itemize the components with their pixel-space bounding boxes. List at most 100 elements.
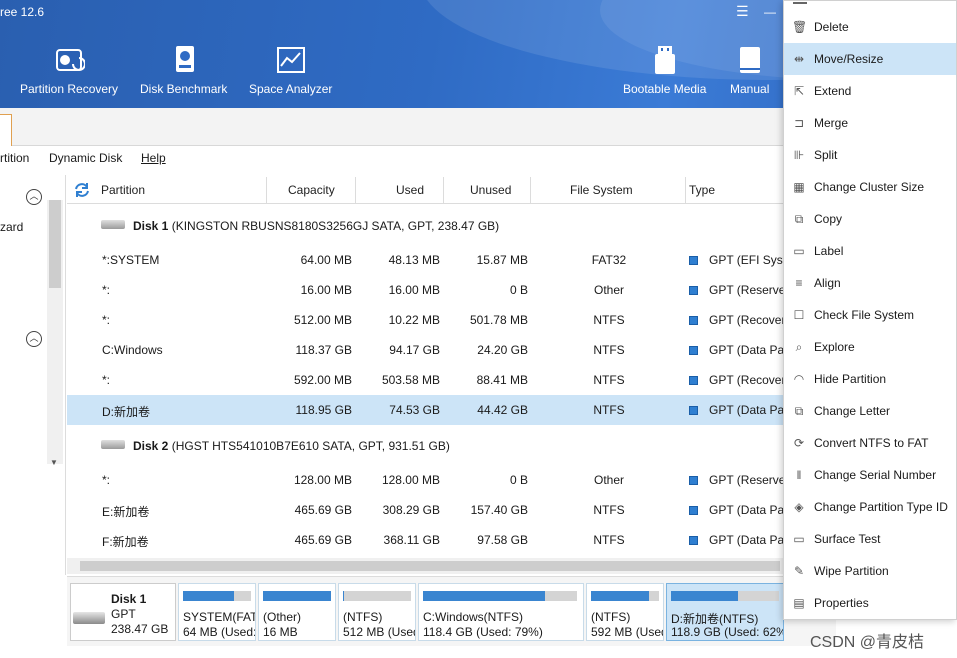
context-menu-item-delete[interactable]: 🗑 Delete [784,11,956,43]
disk-map-partition[interactable]: SYSTEM(FAT32) 64 MB (Used: 75%) [178,583,256,641]
app-title: ree 12.6 [0,5,45,19]
context-menu-item-extend[interactable]: ⇱ Extend [784,75,956,107]
cell-file-system: NTFS [593,343,625,357]
context-menu-item-hide-partition[interactable]: ◠ Hide Partition [784,363,956,395]
cell-file-system: FAT32 [591,253,627,267]
disk-map-partition[interactable]: (NTFS) 512 MB (Used: 2%) [338,583,416,641]
cell-capacity: 465.69 GB [294,503,352,517]
disk-map-partition-selected[interactable]: D:新加卷(NTFS) 118.9 GB (Used: 62%) [666,583,784,641]
manual-icon [739,47,760,73]
partition-row[interactable]: *: 128.00 MB 128.00 MB 0 B Other GPT (Re… [67,465,783,495]
menu-partition[interactable]: rtition [0,151,29,165]
column-used[interactable]: Used [396,183,424,197]
cell-partition: F:新加卷 [102,535,149,549]
context-menu-item-label: Change Letter [814,404,891,418]
partition-row[interactable]: C:Windows 118.37 GB 94.17 GB 24.20 GB NT… [67,335,783,365]
cell-type: GPT (Recovery Partition) [709,373,783,387]
context-menu-item-surface-test[interactable]: ▭ Surface Test [784,523,956,555]
column-type[interactable]: Type [689,183,715,197]
column-capacity[interactable]: Capacity [288,183,335,197]
context-menu-item-copy[interactable]: ⧉ Copy [784,203,956,235]
context-menu-item-label: Change Serial Number [814,468,937,482]
cell-used: 503.58 MB [381,373,440,387]
toolbar-disk-benchmark[interactable]: Disk Benchmark [140,44,227,96]
cell-partition: *: [102,473,111,487]
menu-help[interactable]: Help [141,151,166,165]
left-panel-wizard[interactable]: zard [0,220,23,234]
toolbar-manual[interactable]: Manual [730,44,769,96]
tab-active[interactable] [0,114,12,146]
explore-icon: ⌕ [795,340,803,354]
toolbar-bootable-media[interactable]: Bootable Media [623,44,706,96]
tab-strip [0,108,783,146]
column-separator [685,177,686,203]
left-scrollbar-thumb[interactable] [49,200,61,288]
disk-map-partition[interactable]: (NTFS) 592 MB (Used: 85%) [586,583,664,641]
toolbar-partition-recovery[interactable]: Partition Recovery [20,44,118,96]
refresh-icon[interactable] [73,181,91,199]
align-icon: ≡ [795,276,803,290]
usage-fill [423,591,545,601]
context-menu-item-align[interactable]: ≡ Align [784,267,956,299]
toolbar-label: Disk Benchmark [140,82,228,96]
collapse-up-icon-2[interactable]: ︿ [26,331,42,347]
change-letter-icon: ⧉ [794,404,804,418]
disk-map-disk-card[interactable]: Disk 1 GPT 238.47 GB [70,583,176,641]
minimize-icon[interactable]: — [764,5,776,19]
collapse-up-icon[interactable]: ︿ [26,189,42,205]
horizontal-scrollbar-thumb[interactable] [80,561,780,571]
context-menu-item-label: Split [814,148,838,162]
disk-row-2[interactable]: Disk 2 (HGST HTS541010B7E610 SATA, GPT, … [67,431,783,461]
context-menu-item-check-file-system[interactable]: ☐ Check File System [784,299,956,331]
context-menu-item-label[interactable]: ▭ Label [784,235,956,267]
partition-row[interactable]: E:新加卷 465.69 GB 308.29 GB 157.40 GB NTFS… [67,495,783,525]
check-file-system-icon: ☐ [793,308,805,322]
cell-unused: 0 B [509,473,528,487]
context-menu-item-change-serial-number[interactable]: ‖ Change Serial Number [784,459,956,491]
partition-row[interactable]: *: 592.00 MB 503.58 MB 88.41 MB NTFS GPT… [67,365,783,395]
cell-capacity: 592.00 MB [293,373,352,387]
partition-row[interactable]: *: 512.00 MB 10.22 MB 501.78 MB NTFS GPT… [67,305,783,335]
context-menu-item-change-letter[interactable]: ⧉ Change Letter [784,395,956,427]
context-menu-item-split[interactable]: ⊪ Split [784,139,956,171]
hamburger-menu-icon[interactable]: ☰ [736,3,749,20]
partition-row-selected[interactable]: D:新加卷 118.95 GB 74.53 GB 44.42 GB NTFS G… [67,395,783,425]
column-partition[interactable]: Partition [101,183,145,197]
context-menu-item-properties[interactable]: ▤ Properties [784,587,956,619]
disk-row-1[interactable]: Disk 1 (KINGSTON RBUSNS8180S3256GJ SATA,… [67,211,783,241]
partition-row[interactable]: F:新加卷 465.69 GB 368.11 GB 97.58 GB NTFS … [67,525,783,555]
cell-type: GPT (Data Partition) [709,503,783,517]
partition-color-icon [689,256,698,265]
disk-map-partition-name: (NTFS) [343,610,383,624]
disk-map-partition[interactable]: (Other) 16 MB [258,583,336,641]
context-menu-item-merge[interactable]: ⊐ Merge [784,107,956,139]
disk-map-partition[interactable]: C:Windows(NTFS) 118.4 GB (Used: 79%) [418,583,584,641]
context-menu-item-convert-ntfs-to-fat[interactable]: ⟳ Convert NTFS to FAT [784,427,956,459]
partition-row[interactable]: *: 16.00 MB 16.00 MB 0 B Other GPT (Rese… [67,275,783,305]
context-menu-item-change-partition-type-id[interactable]: ◈ Change Partition Type ID [784,491,956,523]
menu-dynamic-disk[interactable]: Dynamic Disk [49,151,122,165]
cell-used: 48.13 MB [388,253,440,267]
usage-fill [343,591,345,601]
column-unused[interactable]: Unused [470,183,511,197]
context-menu-item-label: Delete [814,20,849,34]
disk-map-disk-size: 238.47 GB [111,622,169,636]
cell-used: 368.11 GB [383,533,440,547]
partition-row[interactable]: *:SYSTEM 64.00 MB 48.13 MB 15.87 MB FAT3… [67,245,783,275]
context-menu-item-change-cluster-size[interactable]: ▦ Change Cluster Size [784,171,956,203]
disk-label: Disk 2 (HGST HTS541010B7E610 SATA, GPT, … [133,439,450,453]
context-menu-item-move-resize[interactable]: ⇹ Move/Resize [784,43,956,75]
context-menu-item-label: Convert NTFS to FAT [814,436,929,450]
context-menu-item-wipe-partition[interactable]: ✎ Wipe Partition [784,555,956,587]
cell-type: GPT (Data Partition) [709,343,783,357]
toolbar-label: Partition Recovery [20,82,119,96]
toolbar-space-analyzer[interactable]: Space Analyzer [249,44,332,96]
move-resize-icon: ⇹ [793,52,805,66]
column-file-system[interactable]: File System [570,183,633,197]
partition-color-icon [689,406,698,415]
scroll-down-arrow-icon[interactable]: ▼ [50,458,58,467]
cell-used: 308.29 GB [382,503,440,517]
toolbar-label: Space Analyzer [249,82,333,96]
context-menu-item-explore[interactable]: ⌕ Explore [784,331,956,363]
cell-used: 128.00 MB [381,473,440,487]
